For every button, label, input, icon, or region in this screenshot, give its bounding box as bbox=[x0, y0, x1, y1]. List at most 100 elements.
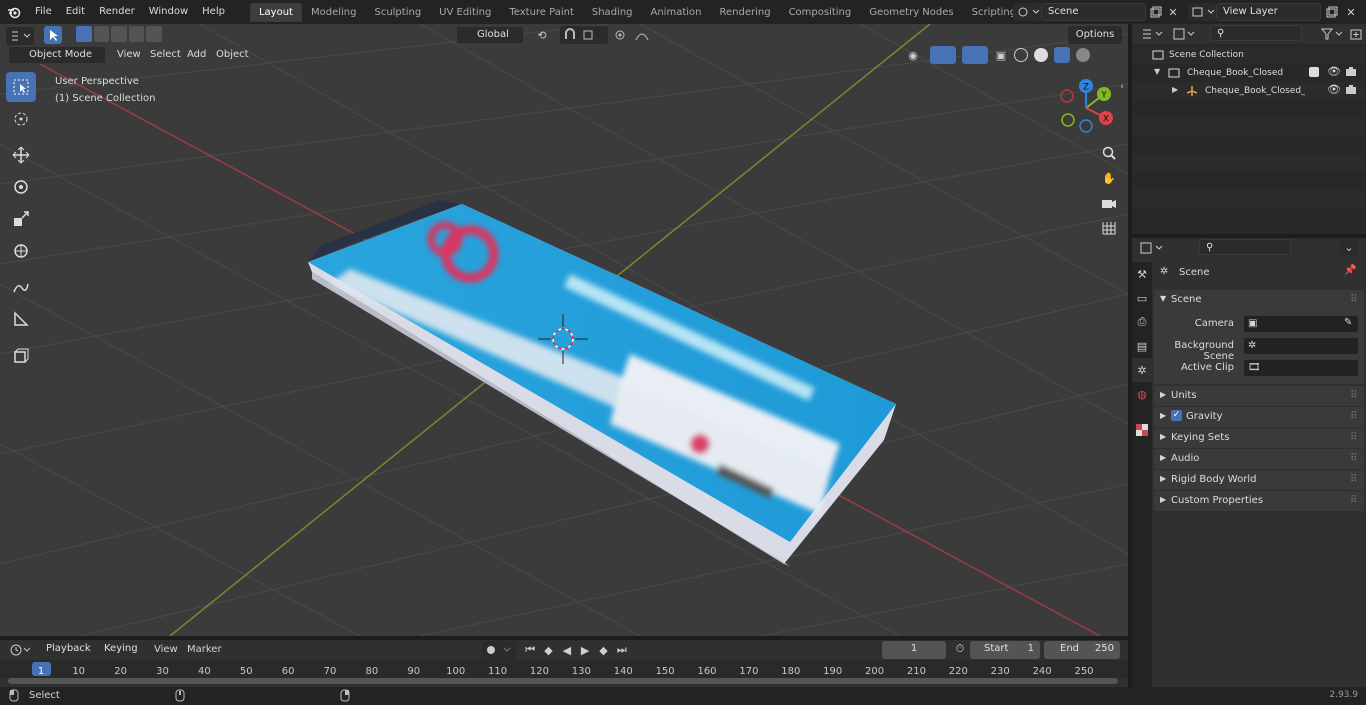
select-extend-icon[interactable] bbox=[93, 26, 110, 42]
material-shading-icon[interactable] bbox=[1054, 47, 1070, 63]
options-dropdown[interactable]: Options bbox=[1068, 26, 1122, 44]
play-reverse-icon[interactable]: ◀ bbox=[559, 641, 575, 659]
auto-keying-icon[interactable] bbox=[482, 641, 516, 659]
expand-arrow-icon[interactable]: ▶ bbox=[1172, 85, 1178, 94]
properties-search-input[interactable]: ⚲ bbox=[1199, 239, 1291, 255]
menu-render[interactable]: Render bbox=[92, 0, 142, 24]
pin-icon[interactable]: 📌 bbox=[1344, 265, 1356, 276]
close-scene-icon[interactable]: ✕ bbox=[1166, 3, 1180, 21]
filter-icon[interactable] bbox=[1318, 26, 1346, 42]
properties-editor-type-icon[interactable] bbox=[1138, 240, 1166, 256]
pivot-point-icon[interactable]: ⟲ bbox=[530, 26, 554, 44]
tool-settings-tab-icon[interactable]: ⚒ bbox=[1132, 262, 1152, 286]
end-frame-field[interactable]: End 250 bbox=[1044, 641, 1120, 659]
gizmo-toggle-icon[interactable] bbox=[930, 46, 956, 64]
zoom-icon[interactable] bbox=[1098, 142, 1120, 164]
drag-handle-icon[interactable]: ⠿ bbox=[1350, 495, 1357, 506]
tab-shading[interactable]: Shading bbox=[583, 3, 642, 22]
new-collection-icon[interactable] bbox=[1348, 26, 1364, 42]
scale-tool-icon[interactable] bbox=[6, 204, 36, 234]
menu-window[interactable]: Window bbox=[142, 0, 195, 24]
drag-handle-icon[interactable]: ⠿ bbox=[1350, 432, 1357, 443]
select-new-icon[interactable] bbox=[76, 26, 92, 42]
measure-tool-icon[interactable] bbox=[6, 304, 36, 334]
snap-icon[interactable] bbox=[560, 26, 608, 44]
camera-view-icon[interactable] bbox=[1098, 192, 1120, 214]
render-camera-icon[interactable] bbox=[1345, 84, 1357, 98]
wireframe-shading-icon[interactable] bbox=[1014, 48, 1028, 62]
timeline-menu-view[interactable]: View bbox=[154, 644, 178, 655]
overlay-toggle-icon[interactable] bbox=[962, 46, 988, 64]
tab-geometry-nodes[interactable]: Geometry Nodes bbox=[860, 3, 962, 22]
tab-layout[interactable]: Layout bbox=[249, 3, 302, 22]
next-keyframe-icon[interactable]: ◆ bbox=[595, 641, 611, 659]
outliner-row-object[interactable]: ▶ Cheque_Book_Closed_0( 👁 bbox=[1132, 82, 1366, 100]
navigation-gizmo[interactable]: Y Z X bbox=[1056, 78, 1118, 136]
select-intersect-icon[interactable] bbox=[146, 26, 162, 42]
timeline-editor-type-icon[interactable] bbox=[6, 641, 34, 659]
tab-uv-editing[interactable]: UV Editing bbox=[430, 3, 500, 22]
play-icon[interactable]: ▶ bbox=[577, 641, 593, 659]
world-tab-icon[interactable]: ◍ bbox=[1132, 382, 1152, 406]
stopwatch-icon[interactable]: ⏱ bbox=[952, 642, 968, 656]
eye-icon[interactable]: 👁 bbox=[1327, 83, 1341, 96]
camera-field[interactable]: ▣ ✎ bbox=[1243, 315, 1359, 333]
background-scene-field[interactable]: ✲ bbox=[1243, 337, 1359, 355]
viewport-menu-object[interactable]: Object bbox=[216, 49, 249, 60]
tab-rendering[interactable]: Rendering bbox=[710, 3, 779, 22]
tab-compositing[interactable]: Compositing bbox=[780, 3, 861, 22]
menu-edit[interactable]: Edit bbox=[59, 0, 92, 24]
blender-logo-icon[interactable] bbox=[0, 5, 28, 19]
drag-handle-icon[interactable]: ⠿ bbox=[1350, 294, 1357, 305]
neg-x-icon[interactable] bbox=[1060, 89, 1074, 103]
neg-z-icon[interactable] bbox=[1079, 119, 1093, 133]
solid-shading-icon[interactable] bbox=[1034, 48, 1048, 62]
texture-tab-icon[interactable] bbox=[1132, 418, 1152, 442]
view-layer-tab-icon[interactable]: ▤ bbox=[1132, 334, 1152, 358]
drag-handle-icon[interactable]: ⠿ bbox=[1350, 474, 1357, 485]
properties-options-chevron-icon[interactable]: ⌄ bbox=[1340, 239, 1358, 255]
tab-sculpting[interactable]: Sculpting bbox=[365, 3, 430, 22]
scene-tab-icon[interactable]: ✲ bbox=[1132, 358, 1152, 382]
audio-panel-header[interactable]: ▶ Audio ⠿ bbox=[1154, 449, 1364, 469]
pan-hand-icon[interactable]: ✋ bbox=[1098, 167, 1120, 189]
tab-texture-paint[interactable]: Texture Paint bbox=[500, 3, 583, 22]
gravity-panel-header[interactable]: ▶ ✓ Gravity ⠿ bbox=[1154, 407, 1364, 427]
cursor-tool-icon[interactable] bbox=[6, 104, 36, 134]
collapse-arrow-icon[interactable]: ▼ bbox=[1154, 67, 1160, 76]
units-panel-header[interactable]: ▶ Units ⠿ bbox=[1154, 386, 1364, 406]
transform-tool-icon[interactable] bbox=[6, 236, 36, 266]
sidebar-toggle-icon[interactable]: ‹ bbox=[1116, 80, 1128, 94]
drag-handle-icon[interactable]: ⠿ bbox=[1350, 390, 1357, 401]
duplicate-view-layer-icon[interactable] bbox=[1324, 3, 1340, 21]
menu-help[interactable]: Help bbox=[195, 0, 232, 24]
outliner-row-scene-collection[interactable]: Scene Collection bbox=[1132, 46, 1366, 64]
jump-end-icon[interactable]: ⏭ bbox=[614, 641, 630, 659]
rotate-tool-icon[interactable] bbox=[6, 172, 36, 202]
viewport-menu-add[interactable]: Add bbox=[187, 49, 206, 60]
transform-orientation-dropdown[interactable]: Global bbox=[456, 26, 524, 44]
gravity-checkbox[interactable]: ✓ bbox=[1171, 410, 1182, 421]
viewport-menu-view[interactable]: View bbox=[117, 49, 141, 60]
scene-name-field[interactable]: Scene bbox=[1041, 3, 1146, 21]
add-cube-tool-icon[interactable] bbox=[6, 340, 36, 370]
mode-dropdown[interactable]: Object Mode bbox=[8, 46, 106, 64]
eyedropper-icon[interactable]: ✎ bbox=[1344, 317, 1352, 328]
jump-start-icon[interactable]: ⏮ bbox=[522, 641, 538, 659]
current-frame-field[interactable]: 1 bbox=[882, 641, 946, 659]
duplicate-scene-icon[interactable] bbox=[1148, 3, 1164, 21]
exclude-checkbox[interactable] bbox=[1309, 67, 1319, 77]
rigid-body-world-panel-header[interactable]: ▶ Rigid Body World ⠿ bbox=[1154, 470, 1364, 490]
annotate-tool-icon[interactable] bbox=[6, 272, 36, 302]
outliner-row-collection[interactable]: ▼ Cheque_Book_Closed 👁 bbox=[1132, 64, 1366, 82]
prev-keyframe-icon[interactable]: ◆ bbox=[540, 641, 556, 659]
outliner-editor-type-icon[interactable] bbox=[1138, 26, 1166, 42]
visibility-icon[interactable]: ◉ bbox=[902, 49, 924, 62]
viewport-menu-select[interactable]: Select bbox=[150, 49, 181, 60]
rendered-shading-icon[interactable] bbox=[1076, 48, 1090, 62]
ortho-grid-icon[interactable] bbox=[1098, 217, 1120, 239]
scene-type-icon[interactable] bbox=[1013, 3, 1041, 21]
display-mode-icon[interactable] bbox=[1170, 26, 1198, 42]
outliner-search-input[interactable]: ⚲ bbox=[1210, 25, 1302, 41]
scene-panel-header[interactable]: ▼ Scene ⠿ bbox=[1154, 290, 1364, 310]
